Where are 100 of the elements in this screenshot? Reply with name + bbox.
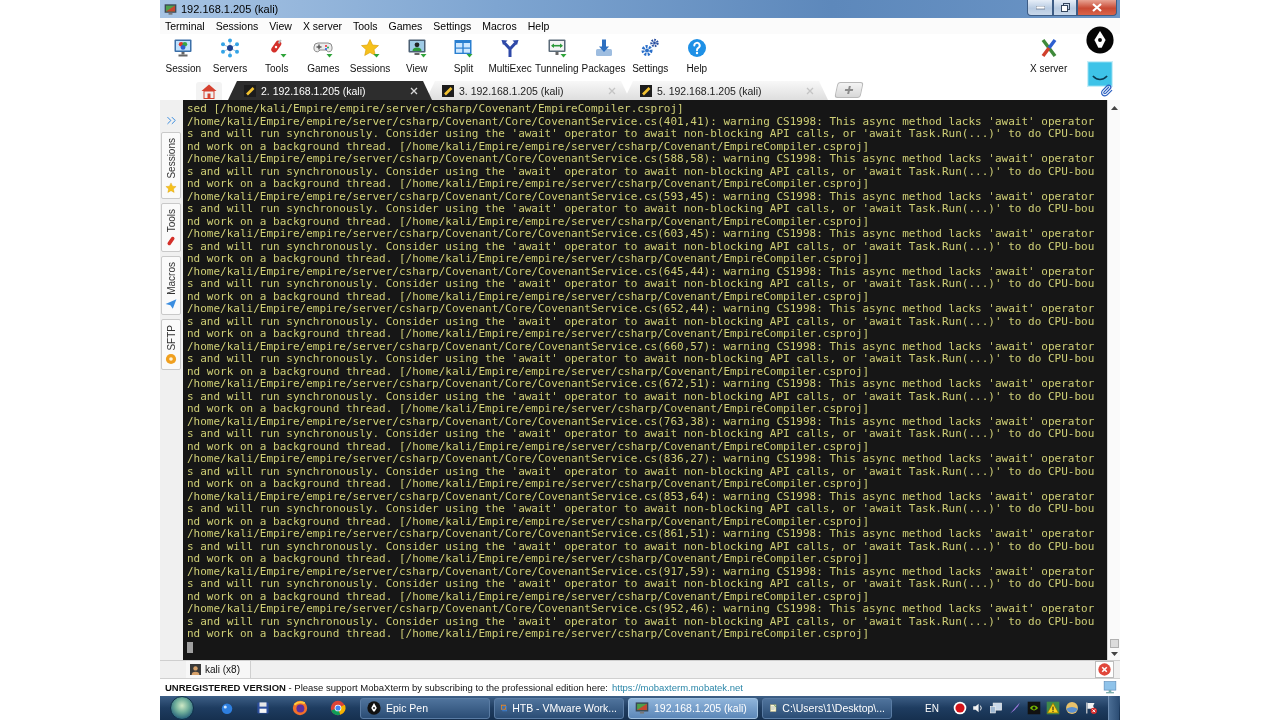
terminal-line: nd work on a background thread. [/home/kali/Empire/empire/server/csharp/Covenant/EmpireCompiler.csproj]: [187, 590, 870, 603]
flag-icon[interactable]: [1084, 701, 1098, 715]
paperclip-icon[interactable]: [1100, 84, 1113, 97]
settings-icon[interactable]: [640, 38, 661, 58]
grid-icon[interactable]: [453, 38, 474, 58]
terminal-line: /home/kali/Empire/empire/server/csharp/Covenant/Core/CovenantService.cs(652,44): warning CS1998: This async method lacks 'await' operator: [187, 303, 1095, 316]
close-button[interactable]: [1077, 0, 1117, 16]
taskbar-button[interactable]: Epic Pen: [360, 697, 490, 719]
record-icon[interactable]: [953, 701, 967, 715]
sidebar-tab[interactable]: Tools: [161, 202, 181, 252]
sidebar-tab[interactable]: SFTP: [161, 318, 181, 371]
nvidia-icon[interactable]: [1027, 701, 1041, 715]
terminal-line: /home/kali/Empire/empire/server/csharp/Covenant/Core/CovenantService.cs(917,59): warning CS1998: This async method lacks 'await' operator: [187, 565, 1095, 578]
toolbar-button[interactable]: Settings: [626, 34, 674, 80]
taskbar-button[interactable]: C:\Users\1\Desktop\...: [762, 697, 892, 719]
sidebar-tab[interactable]: Sessions: [161, 132, 181, 199]
terminal-line: sed [/home/kali/Empire/empire/server/csharp/Covenant/EmpireCompiler.csproj]: [187, 103, 684, 116]
website-link[interactable]: https://mobaxterm.mobatek.net: [612, 682, 743, 693]
menu-item[interactable]: Sessions: [215, 20, 259, 32]
star-icon[interactable]: [165, 181, 177, 194]
show-desktop-button[interactable]: [1108, 696, 1119, 720]
new-tab-button[interactable]: [834, 82, 864, 98]
terminal-line: /home/kali/Empire/empire/server/csharp/Covenant/Core/CovenantService.cs(401,41): warning CS1998: This async method lacks 'await' operator: [187, 115, 1095, 128]
terminal-line: s and will run synchronously. Consider using the 'await' operator to await non-blocking API calls, or 'await Task.Run(...)' to do CPU-bou: [187, 165, 1095, 178]
disc-icon: [165, 353, 177, 366]
pen-nib-icon[interactable]: [1086, 26, 1114, 54]
terminal-line: /home/kali/Empire/empire/server/csharp/Covenant/Core/CovenantService.cs(853,64): warning CS1998: This async method lacks 'await' operator: [187, 490, 1095, 503]
terminal-line: s and will run synchronously. Consider using the 'await' operator to await non-blocking API calls, or 'await Task.Run(...)' to do CPU-bou: [187, 390, 1095, 403]
network-nodes-icon[interactable]: [220, 38, 241, 58]
smile-icon[interactable]: [1087, 61, 1113, 87]
language-indicator[interactable]: EN: [925, 702, 939, 714]
terminal-line: /home/kali/Empire/empire/server/csharp/Covenant/Core/CovenantService.cs(672,51): warning CS1998: This async method lacks 'await' operator: [187, 378, 1095, 391]
chrome-icon[interactable]: [330, 700, 346, 716]
toolbar-button[interactable]: Help: [673, 34, 721, 80]
minimize-icon: [1035, 5, 1045, 10]
terminal-line: s and will run synchronously. Consider using the 'await' operator to await non-blocking API calls, or 'await Task.Run(...)' to do CPU-bou: [187, 240, 1095, 253]
home-tab[interactable]: [196, 82, 222, 100]
terminal-line: nd work on a background thread. [/home/kali/Empire/empire/server/csharp/Covenant/EmpireCompiler.csproj]: [187, 515, 870, 528]
menu-item[interactable]: Tools: [352, 20, 378, 32]
menu-item[interactable]: Help: [527, 20, 550, 32]
floppy-icon[interactable]: [256, 701, 270, 715]
terminal-line: s and will run synchronously. Consider using the 'await' operator to await non-blocking API calls, or 'await Task.Run(...)' to do CPU-bou: [187, 540, 1095, 553]
terminal-line: nd work on a background thread. [/home/kali/Empire/empire/server/csharp/Covenant/EmpireCompiler.csproj]: [187, 140, 870, 153]
toolbar-button[interactable]: Games: [300, 34, 347, 80]
download-icon[interactable]: [593, 38, 614, 58]
toolbar-button[interactable]: Servers: [206, 34, 254, 80]
sphere-icon[interactable]: [1065, 701, 1079, 715]
toolbar-button[interactable]: MultiExec: [486, 34, 534, 80]
monitor-icon[interactable]: [1103, 681, 1117, 694]
minimize-button[interactable]: [1027, 0, 1053, 16]
monitor-arrows-icon[interactable]: [546, 38, 567, 58]
close-icon[interactable]: [410, 86, 418, 95]
scrollbar[interactable]: [1107, 100, 1120, 660]
terminal-line: /home/kali/Empire/empire/server/csharp/Covenant/Core/CovenantService.cs(660,57): warning CS1998: This async method lacks 'await' operator: [187, 340, 1095, 353]
firefox-icon[interactable]: [292, 700, 308, 716]
menu-item[interactable]: Games: [388, 20, 423, 32]
user-icon: [190, 664, 201, 675]
sidebar-tab[interactable]: Macros: [161, 255, 181, 315]
help-icon[interactable]: [686, 38, 707, 58]
toolbar-button[interactable]: Split: [440, 34, 487, 80]
menu-item[interactable]: Settings: [433, 20, 472, 32]
toolbar-button[interactable]: Tunneling: [533, 34, 581, 80]
restore-button[interactable]: [1053, 0, 1077, 16]
warning-icon[interactable]: [1046, 701, 1060, 715]
feather-icon[interactable]: [1008, 701, 1022, 715]
caret-down-icon[interactable]: [1110, 652, 1118, 656]
taskbar-button[interactable]: HTB - VMware Work...: [494, 697, 624, 719]
toolbar-button[interactable]: Tools: [253, 34, 301, 80]
monitor-user-icon[interactable]: [406, 38, 427, 58]
toolbar-button[interactable]: Session: [160, 34, 207, 80]
terminal-line: nd work on a background thread. [/home/kali/Empire/empire/server/csharp/Covenant/EmpireCompiler.csproj]: [187, 215, 870, 228]
menu-item[interactable]: Terminal: [165, 20, 205, 32]
terminal-line: s and will run synchronously. Consider using the 'await' operator to await non-blocking API calls, or 'await Task.Run(...)' to do CPU-bou: [187, 353, 1095, 366]
terminal-line: s and will run synchronously. Consider using the 'await' operator to await non-blocking API calls, or 'await Task.Run(...)' to do CPU-bou: [187, 503, 1095, 516]
speaker-icon[interactable]: [972, 701, 984, 715]
tab[interactable]: 2. 192.168.1.205 (kali): [228, 81, 432, 100]
caret-up-icon[interactable]: [1110, 106, 1118, 110]
network-icon[interactable]: [989, 701, 1003, 715]
toolbar-button[interactable]: X server: [1025, 34, 1072, 80]
terminal-line: nd work on a background thread. [/home/kali/Empire/empire/server/csharp/Covenant/EmpireCompiler.csproj]: [187, 553, 870, 566]
monitor-icon[interactable]: [173, 38, 194, 58]
start-button[interactable]: [168, 696, 196, 720]
toolbar-button[interactable]: View: [393, 34, 441, 80]
menu-item[interactable]: Macros: [482, 20, 517, 32]
terminal-line: /home/kali/Empire/empire/server/csharp/Covenant/Core/CovenantService.cs(861,51): warning CS1998: This async method lacks 'await' operator: [187, 528, 1095, 541]
menu-item[interactable]: View: [269, 20, 292, 32]
sphere-icon[interactable]: [220, 701, 234, 715]
menu-item[interactable]: X server: [302, 20, 342, 32]
session-tab[interactable]: kali (x8): [186, 661, 251, 678]
terminal-line: nd work on a background thread. [/home/kali/Empire/empire/server/csharp/Covenant/EmpireCompiler.csproj]: [187, 478, 870, 491]
fork-arrows-icon[interactable]: [500, 38, 521, 58]
terminal-line: /home/kali/Empire/empire/server/csharp/Covenant/Core/CovenantService.cs(952,46): warning CS1998: This async method lacks 'await' operator: [187, 603, 1095, 616]
scrollbar-thumb[interactable]: [1109, 639, 1119, 648]
star-icon[interactable]: [360, 38, 381, 58]
app-icon: [164, 2, 177, 16]
tab[interactable]: 5. 192.168.1.205 (kali): [624, 81, 828, 100]
terminal-line: nd work on a background thread. [/home/kali/Empire/empire/server/csharp/Covenant/EmpireCompiler.csproj]: [187, 178, 870, 191]
toolbar-button[interactable]: Packages: [580, 34, 627, 80]
monitor-icon: [635, 701, 649, 715]
toolbar-button[interactable]: Sessions: [346, 34, 394, 80]
